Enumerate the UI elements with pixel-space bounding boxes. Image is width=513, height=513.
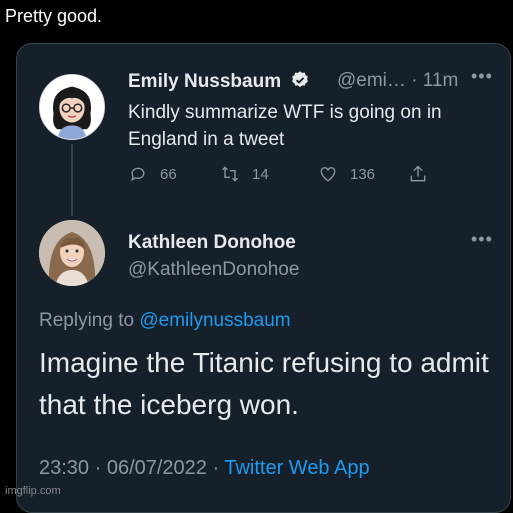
tweet-timestamp[interactable]: 23:30 · 06/07/2022 ·: [39, 457, 224, 479]
quoted-more-options-icon[interactable]: •••: [471, 66, 493, 87]
reply-count: 66: [160, 165, 177, 183]
reply-author-handle[interactable]: @KathleenDonohoe: [128, 259, 299, 281]
like-button[interactable]: 136: [318, 164, 375, 184]
quoted-time[interactable]: · 11m: [411, 70, 458, 91]
reply-tweet-text: Imagine the Titanic refusing to admit th…: [39, 347, 489, 420]
quoted-author-name[interactable]: Emily Nussbaum: [128, 70, 310, 96]
imgflip-watermark: imgflip.com: [5, 485, 61, 497]
share-button[interactable]: [408, 164, 428, 184]
heart-icon: [320, 167, 336, 182]
reply-author-name[interactable]: Kathleen Donohoe: [128, 232, 296, 254]
caption-text: Pretty good.: [5, 6, 103, 26]
retweet-count: 14: [252, 165, 269, 183]
source-app-link[interactable]: Twitter Web App: [224, 457, 369, 479]
quoted-handle-text: @emi…: [337, 70, 406, 91]
like-count: 136: [350, 165, 376, 183]
tweet-metadata: 23:30 · 06/07/2022 · Twitter Web App: [39, 457, 370, 480]
quoted-tweet-text: Kindly summarize WTF is going on in Engl…: [128, 102, 442, 150]
replying-to-line: Replying to @emilynussbaum: [39, 310, 291, 332]
verified-badge-icon: [290, 70, 310, 96]
reply-icon: [131, 167, 145, 182]
replying-to-handle-link[interactable]: @emilynussbaum: [139, 310, 290, 331]
quoted-author-name-text: Emily Nussbaum: [128, 71, 282, 92]
thread-connector-line: [71, 144, 73, 216]
replying-to-prefix: Replying to: [39, 310, 140, 331]
retweet-button[interactable]: 14: [220, 164, 269, 184]
quoted-action-bar: 66 14 136: [128, 164, 488, 188]
reply-button[interactable]: 66: [128, 164, 177, 184]
quoted-author-handle[interactable]: @emi… · 11m: [337, 70, 458, 92]
retweet-icon: [222, 166, 238, 182]
kathleen-avatar[interactable]: [39, 220, 105, 286]
tweet-card: Emily Nussbaum @emi… · 11m ••• Kindly su…: [16, 43, 511, 513]
reply-more-options-icon[interactable]: •••: [471, 229, 493, 250]
emily-avatar[interactable]: [39, 74, 105, 140]
share-icon: [410, 165, 426, 182]
